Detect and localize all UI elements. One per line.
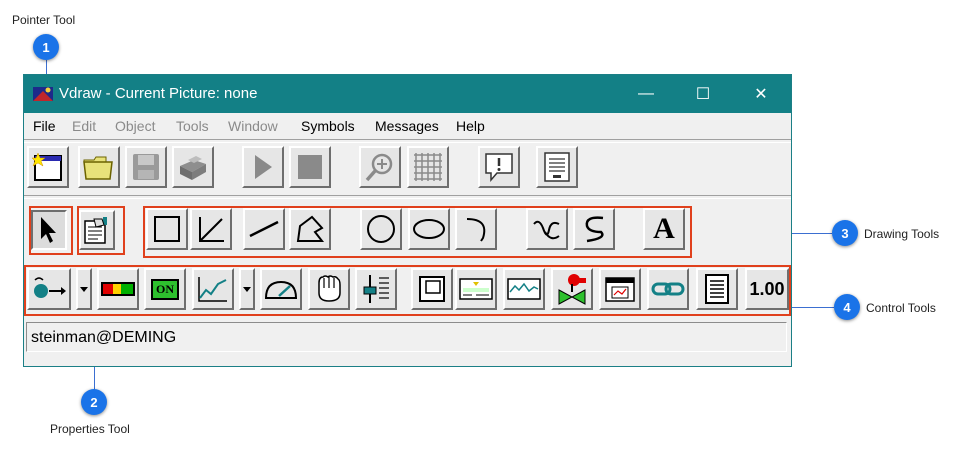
waveform-icon [507, 278, 541, 300]
stop-button[interactable] [289, 146, 331, 188]
save-disk-icon [133, 154, 159, 180]
separator [24, 139, 791, 143]
pointer-tool-callout: Pointer Tool [12, 13, 76, 27]
message-icon [485, 153, 513, 183]
drawing-tools-highlight [143, 206, 692, 258]
numeric-icon: 1.00 [749, 278, 785, 299]
menu-object[interactable]: Object [115, 118, 155, 134]
frame-tool-button[interactable] [411, 268, 453, 310]
gauge-tool-button[interactable] [260, 268, 302, 310]
zoom-button[interactable] [359, 146, 401, 188]
save-button[interactable] [125, 146, 167, 188]
close-button[interactable]: ✕ [738, 75, 784, 113]
window-icon [605, 277, 635, 302]
on-button-label: ON [153, 280, 177, 298]
callout-line-4 [790, 307, 834, 308]
callout-badge-3: 3 [832, 220, 858, 246]
panel-icon [459, 278, 493, 300]
message-button[interactable] [478, 146, 520, 188]
document-icon [544, 152, 570, 182]
list-tool-button[interactable] [696, 268, 738, 310]
status-user: steinman@DEMING [31, 329, 177, 346]
callout-badge-4: 4 [834, 294, 860, 320]
on-button-tool-button[interactable]: ON [144, 268, 186, 310]
chevron-down-icon [80, 287, 88, 292]
bar-indicator-icon [101, 282, 135, 296]
fist-tool-button[interactable] [308, 268, 350, 310]
vdraw-window: Vdraw - Current Picture: none — ☐ ✕ File… [23, 74, 792, 367]
menu-help[interactable]: Help [456, 118, 485, 134]
list-icon [705, 274, 729, 304]
new-picture-button[interactable] [27, 146, 69, 188]
vdraw-app-icon [33, 87, 53, 101]
print-button[interactable] [172, 146, 214, 188]
separator [24, 195, 791, 199]
slider-icon [363, 275, 389, 303]
menu-file[interactable]: File [33, 118, 56, 134]
menu-tools[interactable]: Tools [176, 118, 209, 134]
properties-tool-callout: Properties Tool [50, 422, 130, 436]
fist-icon [318, 275, 341, 302]
window-title: Vdraw - Current Picture: none [59, 85, 258, 102]
link-icon [651, 282, 685, 296]
pointer-value-tool-button[interactable] [27, 268, 71, 310]
trend-tool-button[interactable] [192, 268, 234, 310]
trend-dropdown[interactable] [239, 268, 255, 310]
bar-indicator-tool-button[interactable] [97, 268, 139, 310]
valve-icon [558, 274, 586, 305]
menu-bar: File Edit Object Tools Window Symbols Me… [24, 113, 791, 138]
new-picture-icon [32, 152, 62, 181]
pointer-tool-highlight [29, 206, 73, 255]
callout-badge-1: 1 [33, 34, 59, 60]
gauge-icon [264, 280, 298, 299]
chevron-down-icon [243, 287, 251, 292]
title-bar[interactable]: Vdraw - Current Picture: none — ☐ ✕ [24, 75, 791, 113]
maximize-button[interactable]: ☐ [680, 75, 726, 113]
grid-button[interactable] [407, 146, 449, 188]
open-button[interactable] [78, 146, 120, 188]
minimize-button[interactable]: — [623, 75, 669, 113]
pointer-value-dropdown[interactable] [76, 268, 92, 310]
run-button[interactable] [242, 146, 284, 188]
numeric-tool-button[interactable]: 1.00 [745, 268, 789, 310]
menu-messages[interactable]: Messages [375, 118, 439, 134]
drawing-tools-callout: Drawing Tools [864, 227, 940, 241]
link-tool-button[interactable] [647, 268, 689, 310]
frame-icon [419, 276, 445, 302]
status-bar: steinman@DEMING [26, 322, 787, 352]
document-button[interactable] [536, 146, 578, 188]
play-icon [255, 155, 272, 179]
open-folder-icon [83, 156, 113, 180]
menu-edit[interactable]: Edit [72, 118, 96, 134]
grid-icon [414, 153, 442, 181]
pointer-value-icon [34, 277, 66, 298]
window-tool-button[interactable] [599, 268, 641, 310]
control-tools-callout: Control Tools [866, 301, 936, 315]
trend-icon [198, 277, 227, 302]
on-button-icon: ON [151, 278, 179, 300]
menu-symbols[interactable]: Symbols [301, 118, 355, 134]
print-icon [180, 156, 206, 180]
valve-tool-button[interactable] [551, 268, 593, 310]
slider-tool-button[interactable] [355, 268, 397, 310]
menu-window[interactable]: Window [228, 118, 278, 134]
waveform-tool-button[interactable] [503, 268, 545, 310]
stop-icon [298, 155, 322, 179]
panel-tool-button[interactable] [455, 268, 497, 310]
properties-tool-highlight [77, 206, 125, 255]
callout-badge-2: 2 [81, 389, 107, 415]
zoom-icon [365, 153, 393, 182]
